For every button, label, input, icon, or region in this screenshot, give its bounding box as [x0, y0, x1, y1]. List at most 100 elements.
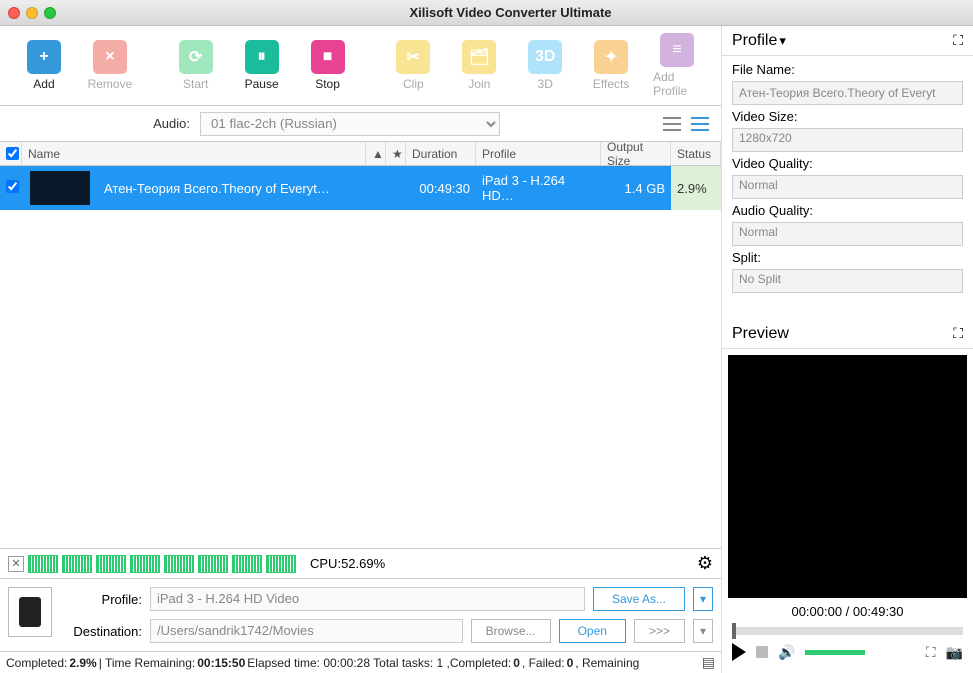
merge-button[interactable]: >>> — [634, 619, 685, 643]
pause-icon: ⏸ — [245, 40, 279, 74]
cpu-core-bar — [198, 555, 228, 573]
tool-label: Pause — [245, 77, 279, 91]
row-profile: iPad 3 - H.264 HD… — [476, 173, 601, 203]
3d-button: 3D3D — [521, 40, 569, 91]
destination-label: Destination: — [62, 624, 142, 639]
preview-panel-header: Preview ⛶ — [722, 319, 973, 349]
preview-video[interactable] — [728, 355, 967, 598]
volume-icon[interactable]: 🔊 — [778, 644, 795, 661]
list-header: Name ▲ ★ Duration Profile Output Size St… — [0, 142, 721, 166]
profile-footer: Profile: iPad 3 - H.264 HD Video Save As… — [0, 578, 721, 651]
select-all-checkbox[interactable] — [0, 142, 22, 165]
sort-icon[interactable]: ▲ — [366, 142, 386, 165]
window-title: Xilisoft Video Converter Ultimate — [56, 5, 965, 20]
col-size[interactable]: Output Size — [601, 142, 671, 165]
join-button: 🗂 Join — [455, 40, 503, 91]
videoquality-label: Video Quality: — [732, 156, 963, 171]
tool-label: Join — [468, 77, 490, 91]
stop-button[interactable]: ■Stop — [304, 40, 352, 91]
row-status: 2.9% — [671, 166, 721, 210]
profile-label: Profile: — [62, 592, 142, 607]
add-icon: + — [27, 40, 61, 74]
browse-button[interactable]: Browse... — [471, 619, 551, 643]
row-duration: 00:49:30 — [406, 181, 476, 196]
main-toolbar: + Add × Remove ⟳ Start ⏸ Pause ■Stop ✂ Clip 🗂 Join 3D… — [0, 26, 721, 106]
audio-row: Audio: 01 flac-2ch (Russian) — [0, 106, 721, 142]
clip-icon: ✂ — [396, 40, 430, 74]
device-icon — [8, 587, 52, 637]
open-button[interactable]: Open — [559, 619, 626, 643]
cpu-label: CPU:52.69% — [310, 556, 385, 571]
table-row[interactable]: Атен-Теория Всего.Theory of Everyt… 00:4… — [0, 166, 721, 210]
save-as-button[interactable]: Save As... — [593, 587, 685, 611]
status-bar: Completed: 2.9% | Time Remaining: 00:15:… — [0, 651, 721, 673]
row-checkbox[interactable] — [6, 180, 19, 193]
effects-icon: ✦ — [594, 40, 628, 74]
stop-icon[interactable] — [756, 646, 768, 658]
play-icon[interactable] — [732, 643, 746, 661]
seek-slider[interactable] — [732, 627, 963, 635]
remove-icon: × — [93, 40, 127, 74]
tool-label: Stop — [315, 77, 340, 91]
snapshot-icon[interactable]: 📷 — [946, 644, 963, 661]
cpu-core-bar — [62, 555, 92, 573]
cpu-core-bar — [232, 555, 262, 573]
detail-view-icon[interactable] — [689, 115, 711, 133]
effects-button: ✦ Effects — [587, 40, 635, 91]
volume-slider[interactable] — [805, 650, 865, 655]
fullscreen-icon[interactable]: ⛶ — [926, 644, 936, 661]
col-status[interactable]: Status — [671, 142, 721, 165]
minimize-window-icon[interactable] — [26, 7, 38, 19]
audio-select[interactable]: 01 flac-2ch (Russian) — [200, 112, 500, 136]
tool-label: Clip — [403, 77, 424, 91]
tool-label: 3D — [538, 77, 553, 91]
col-name[interactable]: Name — [22, 142, 366, 165]
close-cpu-icon[interactable]: ✕ — [8, 556, 24, 572]
list-view-icon[interactable] — [661, 115, 683, 133]
log-icon[interactable]: ▤ — [702, 654, 715, 671]
expand-icon[interactable]: ⛶ — [953, 325, 963, 342]
chevron-down-icon[interactable]: ▾ — [779, 33, 786, 49]
cpu-core-bar — [96, 555, 126, 573]
cpu-core-bar — [164, 555, 194, 573]
split-label: Split: — [732, 250, 963, 265]
audioquality-label: Audio Quality: — [732, 203, 963, 218]
remove-button: × Remove — [86, 40, 134, 91]
gear-icon[interactable]: ⚙ — [697, 553, 713, 574]
split-select[interactable]: No Split — [732, 269, 963, 293]
videosize-select[interactable]: 1280x720 — [732, 128, 963, 152]
videosize-label: Video Size: — [732, 109, 963, 124]
row-size: 1.4 GB — [601, 181, 671, 196]
addprofile-button: ≡Add Profile — [653, 33, 701, 98]
tool-label: Remove — [88, 77, 133, 91]
cpu-row: ✕ CPU:52.69% ⚙ — [0, 548, 721, 578]
addprofile-icon: ≡ — [660, 33, 694, 67]
save-as-dropdown[interactable]: ▾ — [693, 587, 713, 611]
destination-field[interactable]: /Users/sandrik1742/Movies — [150, 619, 463, 643]
add-button[interactable]: + Add — [20, 40, 68, 91]
videoquality-select[interactable]: Normal — [732, 175, 963, 199]
profile-panel-header: Profile ▾ ⛶ — [722, 26, 973, 56]
tool-label: Effects — [593, 77, 629, 91]
start-icon: ⟳ — [179, 40, 213, 74]
tool-label: Start — [183, 77, 208, 91]
col-star[interactable]: ★ — [386, 142, 406, 165]
filename-field[interactable] — [732, 81, 963, 105]
merge-dropdown[interactable]: ▾ — [693, 619, 713, 643]
preview-panel-title: Preview — [732, 325, 789, 343]
profile-select[interactable]: iPad 3 - H.264 HD Video — [150, 587, 585, 611]
zoom-window-icon[interactable] — [44, 7, 56, 19]
audioquality-select[interactable]: Normal — [732, 222, 963, 246]
join-icon: 🗂 — [462, 40, 496, 74]
pause-button[interactable]: ⏸ Pause — [238, 40, 286, 91]
col-profile[interactable]: Profile — [476, 142, 601, 165]
col-duration[interactable]: Duration — [406, 142, 476, 165]
cpu-core-bar — [266, 555, 296, 573]
profile-panel-title: Profile — [732, 32, 777, 50]
thumbnail — [30, 171, 90, 205]
filename-label: File Name: — [732, 62, 963, 77]
expand-icon[interactable]: ⛶ — [953, 32, 963, 49]
cpu-core-bar — [130, 555, 160, 573]
close-window-icon[interactable] — [8, 7, 20, 19]
tool-label: Add — [33, 77, 54, 91]
